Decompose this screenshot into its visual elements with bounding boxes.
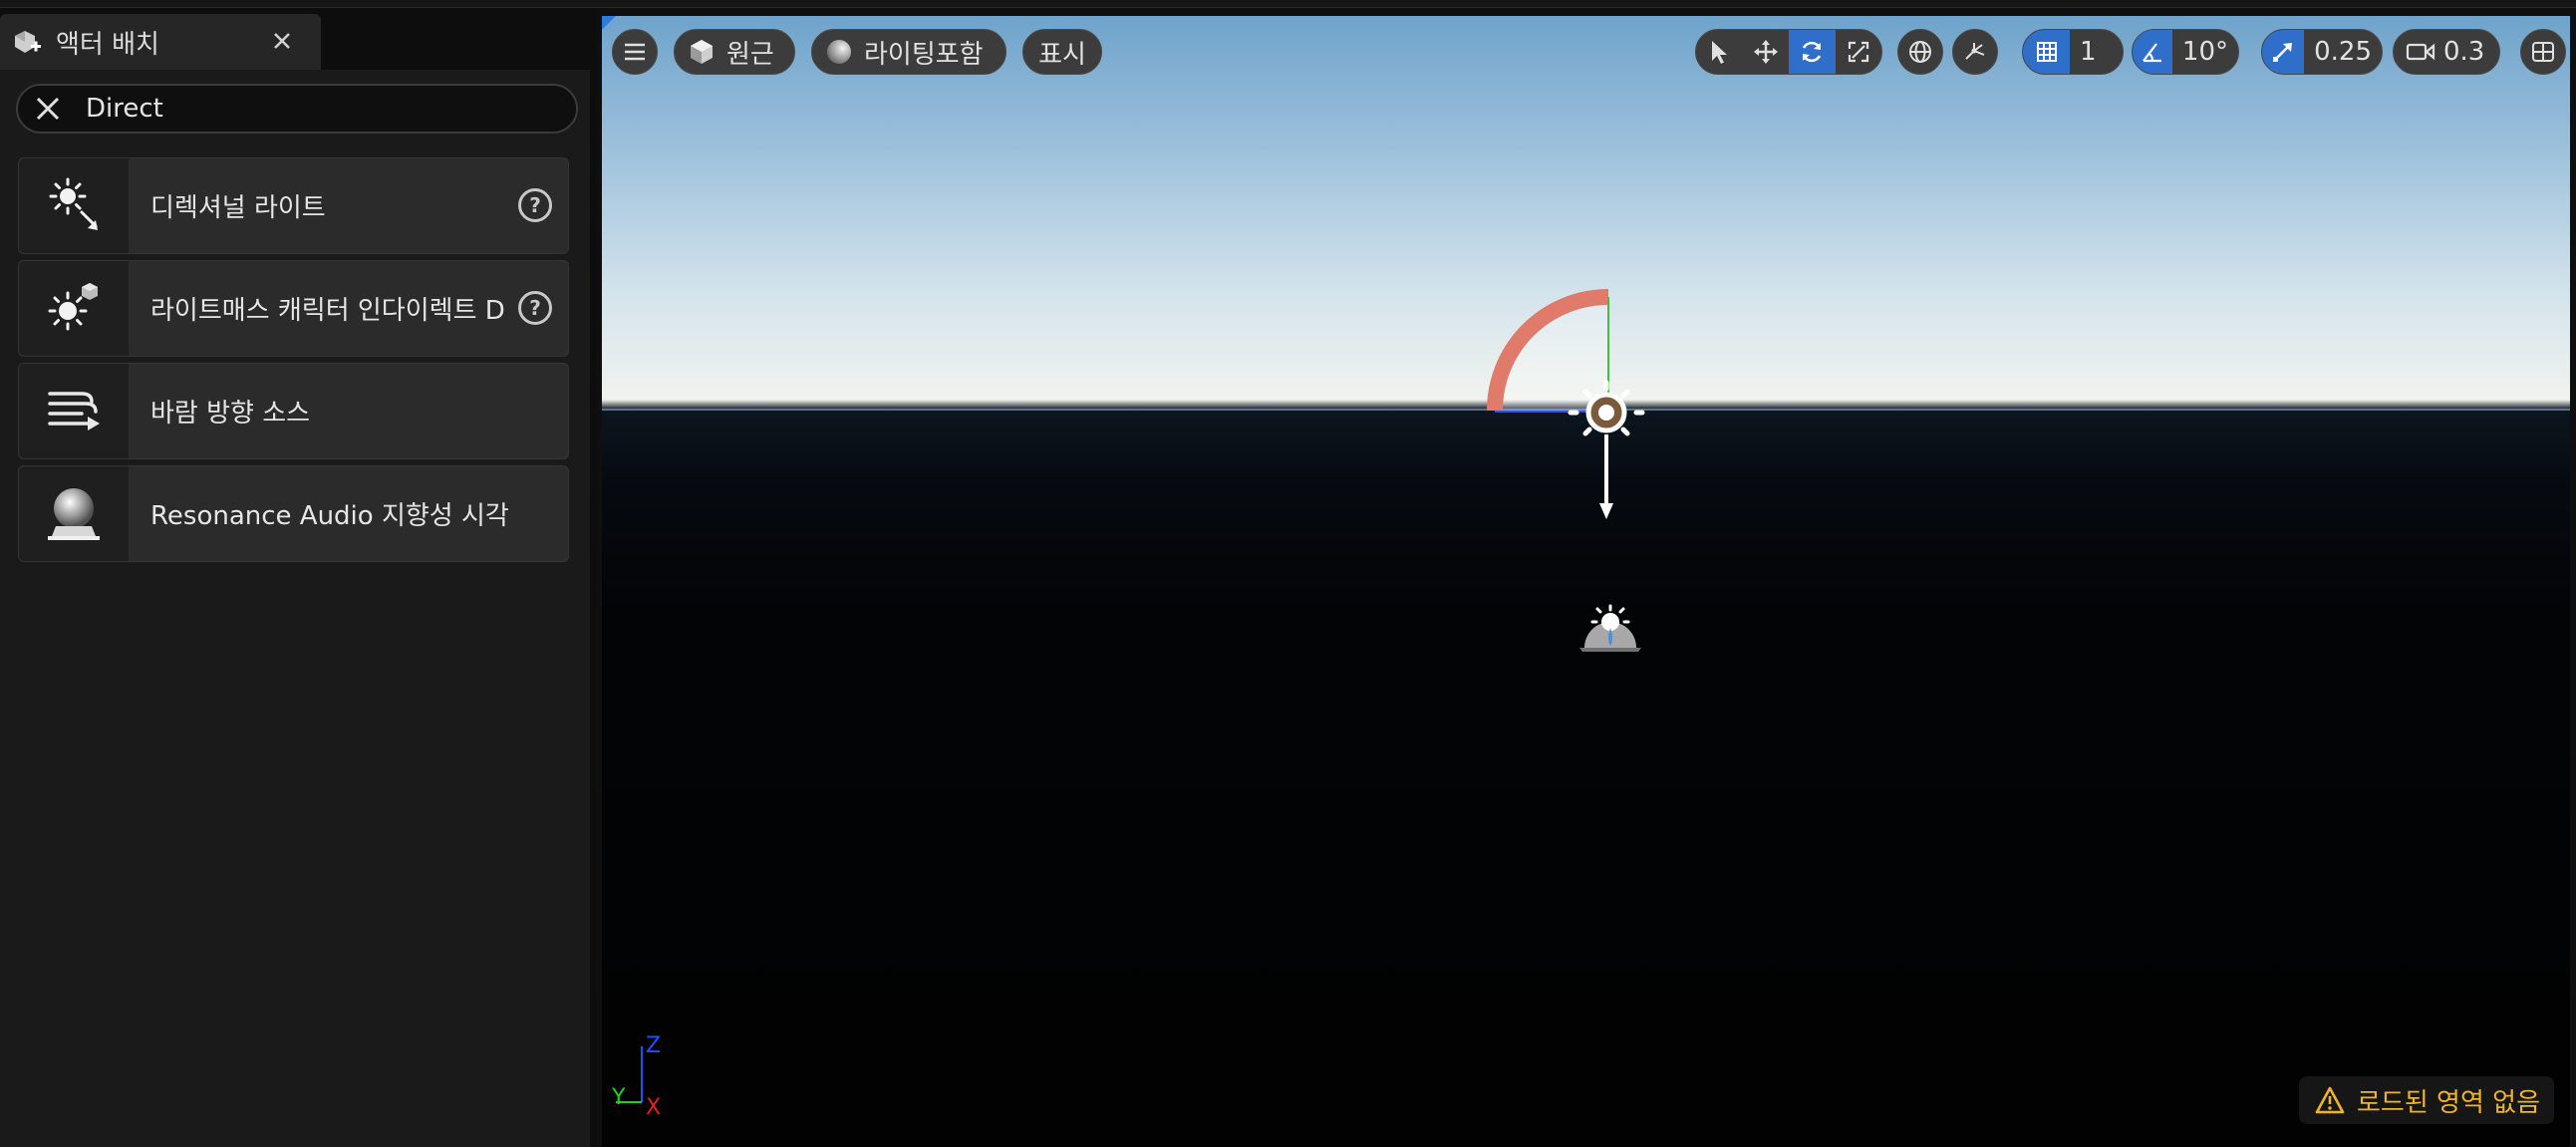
directional-light-icon (19, 158, 129, 253)
warning-icon (2313, 1083, 2347, 1117)
close-icon (36, 97, 60, 121)
result-label: 디렉셔널 라이트 (150, 193, 326, 223)
search-input[interactable] (86, 94, 544, 124)
clear-search-button[interactable] (24, 86, 72, 132)
result-item-lightmass-character-indirect[interactable]: 라이트매스 캐릭터 인다이렉트 D ? (18, 260, 569, 357)
tab-label: 액터 배치 (56, 29, 159, 60)
close-icon (274, 33, 290, 49)
place-actor-icon (10, 25, 44, 59)
result-item-directional-light[interactable]: 디렉셔널 라이트 ? (18, 157, 569, 254)
axis-z-label: Z (646, 1033, 661, 1058)
result-label: 바람 방향 소스 (150, 399, 311, 429)
warning-label: 로드된 영역 없음 (2357, 1087, 2540, 1118)
search-box (16, 84, 578, 134)
axis-y-label: Y (612, 1085, 626, 1110)
top-strip (0, 0, 2576, 8)
result-item-resonance-audio[interactable]: Resonance Audio 지향성 시각화 (18, 465, 569, 562)
scene-overlay (602, 289, 2570, 652)
level-viewport[interactable]: 원근 라이팅포함 표시 1 10° 0.25 0.3 Z Y X 로드된 영역 … (602, 16, 2570, 1147)
sphere-pedestal-icon (19, 466, 129, 561)
panel-tab-bar: 액터 배치 (0, 8, 590, 70)
lightmass-sun-icon (19, 261, 129, 356)
close-tab-button[interactable] (265, 24, 299, 58)
no-loaded-regions-warning: 로드된 영역 없음 (2299, 1076, 2554, 1124)
result-item-wind-directional-source[interactable]: 바람 방향 소스 (18, 363, 569, 459)
wind-icon (19, 364, 129, 458)
axis-gizmo: Z Y X (612, 1033, 661, 1120)
result-label: 라이트매스 캐릭터 인다이렉트 D (150, 296, 505, 326)
place-actors-panel: 액터 배치 디렉셔널 라이트 (0, 8, 596, 1147)
sky-atmosphere-sprite (1579, 604, 1641, 652)
result-label: Resonance Audio 지향성 시각화 (150, 501, 509, 531)
help-icon[interactable]: ? (518, 188, 552, 222)
axis-x-label: X (646, 1095, 661, 1120)
tab-place-actors[interactable]: 액터 배치 (0, 14, 321, 70)
help-icon[interactable]: ? (518, 291, 552, 325)
